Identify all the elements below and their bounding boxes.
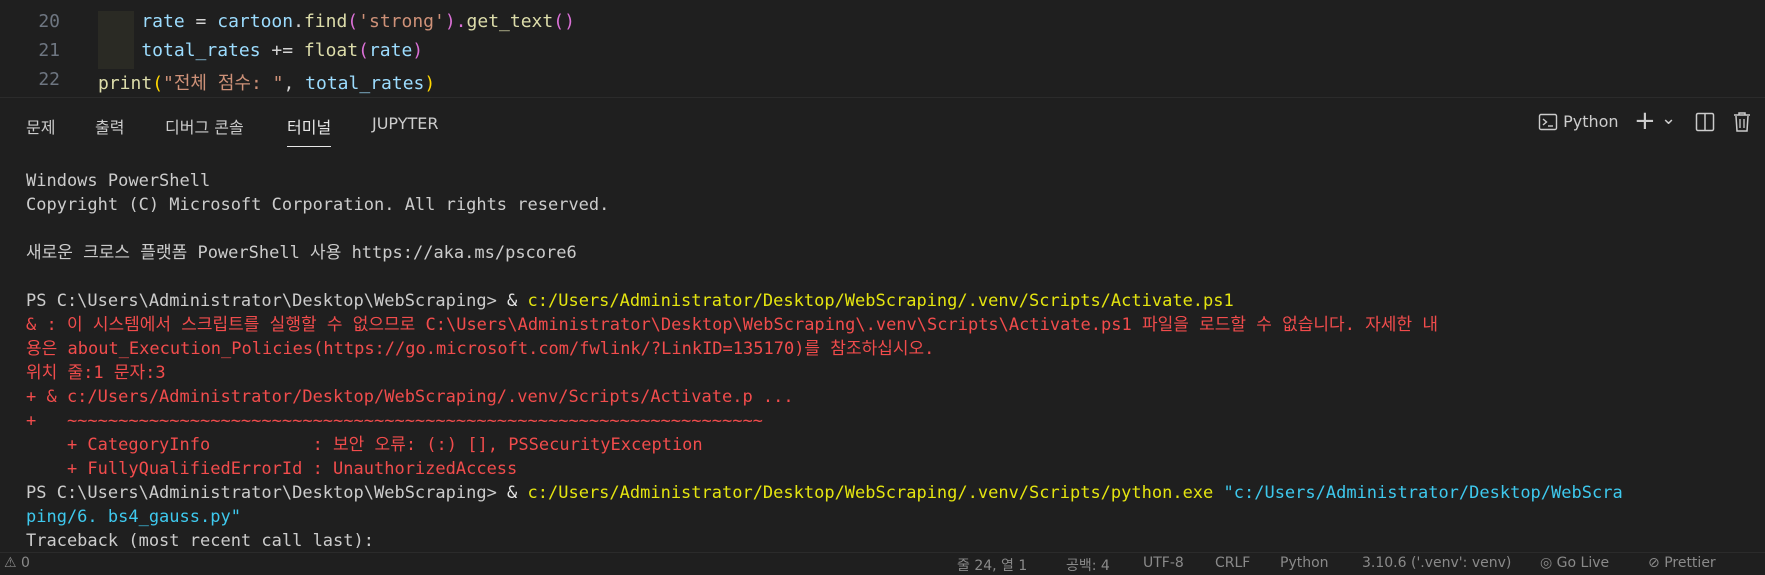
code-token: ( [358, 40, 369, 61]
tab-output[interactable]: 출력 [95, 114, 124, 138]
terminal-text: & [507, 291, 528, 311]
terminal-text: ping/6. bs4_gauss.py" [26, 507, 241, 527]
code-token: total_rates [98, 40, 272, 61]
terminal-profile-label: Python [1563, 112, 1619, 131]
trash-icon[interactable] [1732, 111, 1752, 137]
code-token: print [98, 73, 153, 94]
code-token: "전체 점수: " [163, 73, 284, 94]
code-token: cartoons: [250, 0, 359, 3]
line-ending[interactable]: CRLF [1215, 555, 1250, 571]
terminal-line: + FullyQualifiedErrorId : UnauthorizedAc… [26, 457, 1765, 481]
terminal-text: 용은 about_Execution_Policies(https://go.m… [26, 339, 935, 359]
terminal-line: + ~~~~~~~~~~~~~~~~~~~~~~~~~~~~~~~~~~~~~~… [26, 409, 1765, 433]
code-line[interactable]: 19 for cartoon in cartoons: [0, 0, 1765, 11]
code-token: in [228, 0, 250, 3]
terminal-text: "c:/Users/Administrator/Desktop/WebScra [1223, 483, 1623, 503]
code-token: ) [424, 73, 436, 94]
code-token: . [293, 11, 304, 32]
cursor-position[interactable]: 줄 24, 열 1 [957, 555, 1027, 575]
terminal-text: 위치 줄:1 문자:3 [26, 363, 166, 383]
tab-problems[interactable]: 문제 [26, 114, 55, 138]
code-token: get_text [466, 11, 554, 32]
code-token: 'strong' [358, 11, 445, 32]
tab-terminal[interactable]: 터미널 [287, 114, 332, 147]
code-token: ). [444, 11, 467, 32]
terminal-line: + & c:/Users/Administrator/Desktop/WebSc… [26, 385, 1765, 409]
line-number: 19 [20, 0, 60, 3]
code-token: () [553, 11, 575, 32]
python-interpreter[interactable]: 3.10.6 ('.venv': venv) [1362, 555, 1511, 571]
code-line[interactable]: 21 total_rates += float(rate) [0, 40, 1765, 69]
terminal-text: + ~~~~~~~~~~~~~~~~~~~~~~~~~~~~~~~~~~~~~~… [26, 411, 763, 431]
code-line[interactable]: 20 rate = cartoon.find('strong').get_tex… [0, 11, 1765, 40]
terminal-line: 위치 줄:1 문자:3 [26, 361, 1765, 385]
code-line[interactable]: 22 print("전체 점수: ", total_rates) [0, 69, 1765, 97]
line-number: 21 [38, 40, 60, 61]
code-token: cartoon [217, 11, 294, 32]
terminal-line: Traceback (most recent call last): [26, 529, 1765, 552]
terminal-text: c:/Users/Administrator/Desktop/WebScrapi… [527, 291, 1234, 311]
code-token: rate [98, 11, 196, 32]
terminal-text: + & c:/Users/Administrator/Desktop/WebSc… [26, 387, 794, 407]
code-text: print("전체 점수: ", total_rates) [98, 69, 435, 95]
terminal-icon [1538, 113, 1558, 130]
prettier-button[interactable]: ⊘ Prettier [1648, 555, 1716, 571]
code-text: for cartoon in cartoons: [98, 0, 358, 3]
code-token: ( [152, 73, 164, 94]
tab-debug-console[interactable]: 디버그 콘솔 [165, 114, 244, 138]
terminal-text: PS C:\Users\Administrator\Desktop\WebScr… [26, 291, 508, 311]
code-token: rate [368, 40, 413, 61]
terminal-line: 새로운 크로스 플랫폼 PowerShell 사용 https://aka.ms… [26, 241, 1765, 265]
code-editor[interactable]: 19 for cartoon in cartoons: 20 rate = cart… [0, 0, 1765, 97]
terminal-text: Windows PowerShell [26, 171, 211, 191]
tab-jupyter[interactable]: JUPYTER [372, 114, 439, 133]
panel-header: 문제 출력 디버그 콘솔 터미널 JUPYTER Python + ⌄ [0, 97, 1765, 150]
terminal-line: 용은 about_Execution_Policies(https://go.m… [26, 337, 1765, 361]
indentation[interactable]: 공백: 4 [1066, 555, 1110, 575]
encoding[interactable]: UTF-8 [1143, 555, 1184, 571]
terminal-output[interactable]: Windows PowerShell Copyright (C) Microsof… [0, 149, 1765, 552]
terminal-line: PS C:\Users\Administrator\Desktop\WebScr… [26, 481, 1765, 505]
terminal-text: 새로운 크로스 플랫폼 PowerShell 사용 https://aka.ms… [26, 243, 577, 263]
terminal-text: Copyright (C) Microsoft Corporation. All… [26, 195, 610, 215]
terminal-text: PS C:\Users\Administrator\Desktop\WebScr… [26, 483, 508, 503]
code-token: = [195, 11, 218, 32]
code-token: ) [412, 40, 424, 61]
go-live-button[interactable]: ◎ Go Live [1540, 555, 1609, 571]
chevron-down-icon[interactable]: ⌄ [1661, 108, 1676, 129]
code-text: rate = cartoon.find('strong').get_text() [98, 11, 575, 32]
terminal-text: Traceback (most recent call last): [26, 531, 374, 551]
terminal-text: + CategoryInfo : 보안 오류: (:) [], PSSecuri… [26, 435, 703, 455]
terminal-line: + CategoryInfo : 보안 오류: (:) [], PSSecuri… [26, 433, 1765, 457]
line-number: 20 [38, 11, 60, 32]
code-token: , [283, 73, 306, 94]
code-token: cartoon [131, 0, 229, 3]
terminal-line: Windows PowerShell [26, 169, 1765, 193]
code-token: += [271, 40, 304, 61]
code-token: for [98, 0, 131, 3]
terminal-line: & : 이 시스템에서 스크립트를 실행할 수 없으므로 C:\Users\Ad… [26, 313, 1765, 337]
code-token: ( [347, 11, 359, 32]
add-terminal-icon[interactable]: + [1634, 106, 1656, 136]
code-token: float [303, 40, 359, 61]
terminal-text: c:/Users/Administrator/Desktop/WebScrapi… [527, 483, 1224, 503]
code-token: find [303, 11, 348, 32]
terminal-line: Copyright (C) Microsoft Corporation. All… [26, 193, 1765, 217]
terminal-line: ping/6. bs4_gauss.py" [26, 505, 1765, 529]
split-terminal-icon[interactable] [1695, 112, 1715, 136]
terminal-text: & : 이 시스템에서 스크립트를 실행할 수 없으므로 C:\Users\Ad… [26, 315, 1438, 335]
code-text: total_rates += float(rate) [98, 40, 423, 61]
terminal-text: + FullyQualifiedErrorId : UnauthorizedAc… [26, 459, 518, 479]
terminal-line: PS C:\Users\Administrator\Desktop\WebScr… [26, 289, 1765, 313]
status-bar: ⚠ 0 줄 24, 열 1 공백: 4 UTF-8 CRLF Python 3.… [0, 552, 1765, 575]
line-number: 22 [38, 69, 60, 90]
code-token: total_rates [305, 73, 425, 94]
terminal-text: & [507, 483, 528, 503]
problems-count[interactable]: ⚠ 0 [4, 555, 30, 571]
language-mode[interactable]: Python [1280, 555, 1329, 571]
terminal-profile-button[interactable]: Python [1538, 111, 1619, 132]
